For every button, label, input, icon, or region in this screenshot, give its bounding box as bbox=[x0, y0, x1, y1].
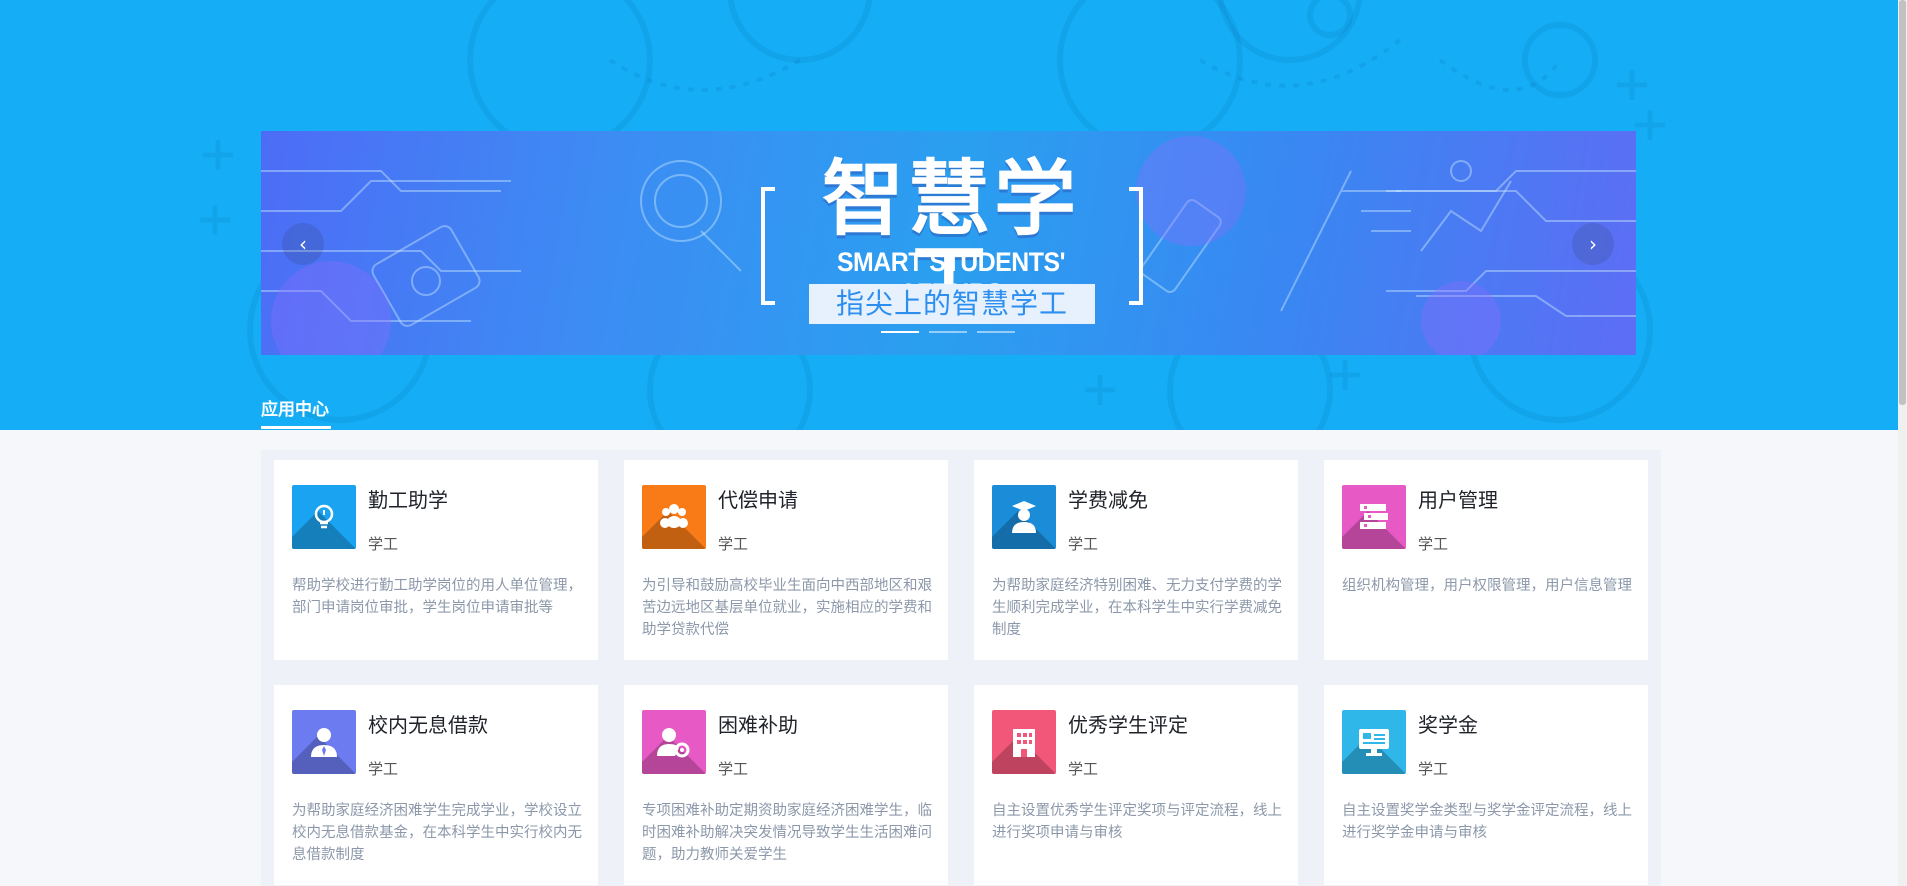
app-description: 为引导和鼓励高校毕业生面向中西部地区和艰苦边远地区基层单位就业，实施相应的学费和… bbox=[642, 578, 932, 638]
app-description: 为帮助家庭经济特别困难、无力支付学费的学生顺利完成学业，在本科学生中实行学费减免… bbox=[992, 578, 1282, 638]
app-grid-panel: 勤工助学 学工 帮助学校进行勤工助学岗位的用人单位管理，部门申请岗位审批，学生岗… bbox=[261, 450, 1661, 886]
banner-tagline: 指尖上的智慧学工 bbox=[809, 284, 1095, 324]
hero-header: 智慧学工 SMART STUDENTS' AFFAIRS 指尖上的智慧学工 ‹ … bbox=[0, 0, 1898, 430]
app-category: 学工 bbox=[718, 536, 749, 553]
app-card-user-management[interactable]: 用户管理 学工 组织机构管理，用户权限管理，用户信息管理 bbox=[1324, 460, 1648, 660]
app-category: 学工 bbox=[1068, 536, 1099, 553]
title-bracket-left bbox=[761, 187, 775, 305]
graduate-icon bbox=[992, 485, 1056, 549]
carousel-indicator-3[interactable] bbox=[977, 331, 1015, 333]
app-card-hardship-subsidy[interactable]: 困难补助 学工 专项困难补助定期资助家庭经济困难学生，临时困难补助解决突发情况导… bbox=[624, 685, 948, 885]
app-category: 学工 bbox=[718, 761, 749, 778]
user-tie-icon bbox=[292, 710, 356, 774]
lightbulb-icon bbox=[292, 485, 356, 549]
app-title: 奖学金 bbox=[1418, 715, 1478, 737]
user-gear-icon bbox=[642, 710, 706, 774]
app-card-work-study[interactable]: 勤工助学 学工 帮助学校进行勤工助学岗位的用人单位管理，部门申请岗位审批，学生岗… bbox=[274, 460, 598, 660]
app-card-outstanding-student[interactable]: 优秀学生评定 学工 自主设置优秀学生评定奖项与评定流程，线上进行奖项申请与审核 bbox=[974, 685, 1298, 885]
app-card-tuition-waiver[interactable]: 学费减免 学工 为帮助家庭经济特别困难、无力支付学费的学生顺利完成学业，在本科学… bbox=[974, 460, 1298, 660]
app-category: 学工 bbox=[1418, 761, 1449, 778]
app-description: 帮助学校进行勤工助学岗位的用人单位管理，部门申请岗位审批，学生岗位申请审批等 bbox=[292, 578, 582, 616]
scrollbar-thumb[interactable] bbox=[1899, 0, 1906, 405]
title-bracket-right bbox=[1129, 187, 1143, 305]
app-description: 专项困难补助定期资助家庭经济困难学生，临时困难补助解决突发情况导致学生生活困难问… bbox=[642, 803, 932, 863]
app-category: 学工 bbox=[368, 536, 399, 553]
group-icon bbox=[642, 485, 706, 549]
app-title: 校内无息借款 bbox=[368, 715, 488, 737]
tab-app-center[interactable]: 应用中心 bbox=[261, 395, 329, 420]
app-title: 困难补助 bbox=[718, 715, 798, 737]
app-category: 学工 bbox=[1068, 761, 1099, 778]
app-card-scholarship[interactable]: 奖学金 学工 自主设置奖学金类型与奖学金评定流程，线上进行奖学金申请与审核 bbox=[1324, 685, 1648, 885]
app-card-compensation[interactable]: 代偿申请 学工 为引导和鼓励高校毕业生面向中西部地区和艰苦边远地区基层单位就业，… bbox=[624, 460, 948, 660]
carousel-next-button[interactable]: › bbox=[1572, 223, 1614, 265]
carousel-prev-button[interactable]: ‹ bbox=[282, 223, 324, 265]
carousel-indicators bbox=[881, 331, 1015, 333]
app-category: 学工 bbox=[1418, 536, 1449, 553]
app-title: 优秀学生评定 bbox=[1068, 715, 1188, 737]
app-title: 用户管理 bbox=[1418, 490, 1498, 512]
app-card-interest-free-loan[interactable]: 校内无息借款 学工 为帮助家庭经济困难学生完成学业，学校设立校内无息借款基金，在… bbox=[274, 685, 598, 885]
books-icon bbox=[1342, 485, 1406, 549]
tab-active-underline bbox=[261, 426, 331, 429]
app-category: 学工 bbox=[368, 761, 399, 778]
app-description: 自主设置优秀学生评定奖项与评定流程，线上进行奖项申请与审核 bbox=[992, 803, 1282, 841]
app-title: 学费减免 bbox=[1068, 490, 1148, 512]
monitor-icon bbox=[1342, 710, 1406, 774]
app-title: 勤工助学 bbox=[368, 490, 448, 512]
carousel-indicator-2[interactable] bbox=[929, 331, 967, 333]
app-description: 为帮助家庭经济困难学生完成学业，学校设立校内无息借款基金，在本科学生中实行校内无… bbox=[292, 803, 582, 863]
page-scrollbar[interactable] bbox=[1898, 0, 1907, 886]
app-title: 代偿申请 bbox=[718, 490, 798, 512]
carousel-indicator-1[interactable] bbox=[881, 331, 919, 333]
app-description: 自主设置奖学金类型与奖学金评定流程，线上进行奖学金申请与审核 bbox=[1342, 803, 1632, 841]
carousel-banner[interactable]: 智慧学工 SMART STUDENTS' AFFAIRS 指尖上的智慧学工 ‹ … bbox=[261, 131, 1636, 355]
building-icon bbox=[992, 710, 1056, 774]
app-description: 组织机构管理，用户权限管理，用户信息管理 bbox=[1342, 578, 1632, 594]
